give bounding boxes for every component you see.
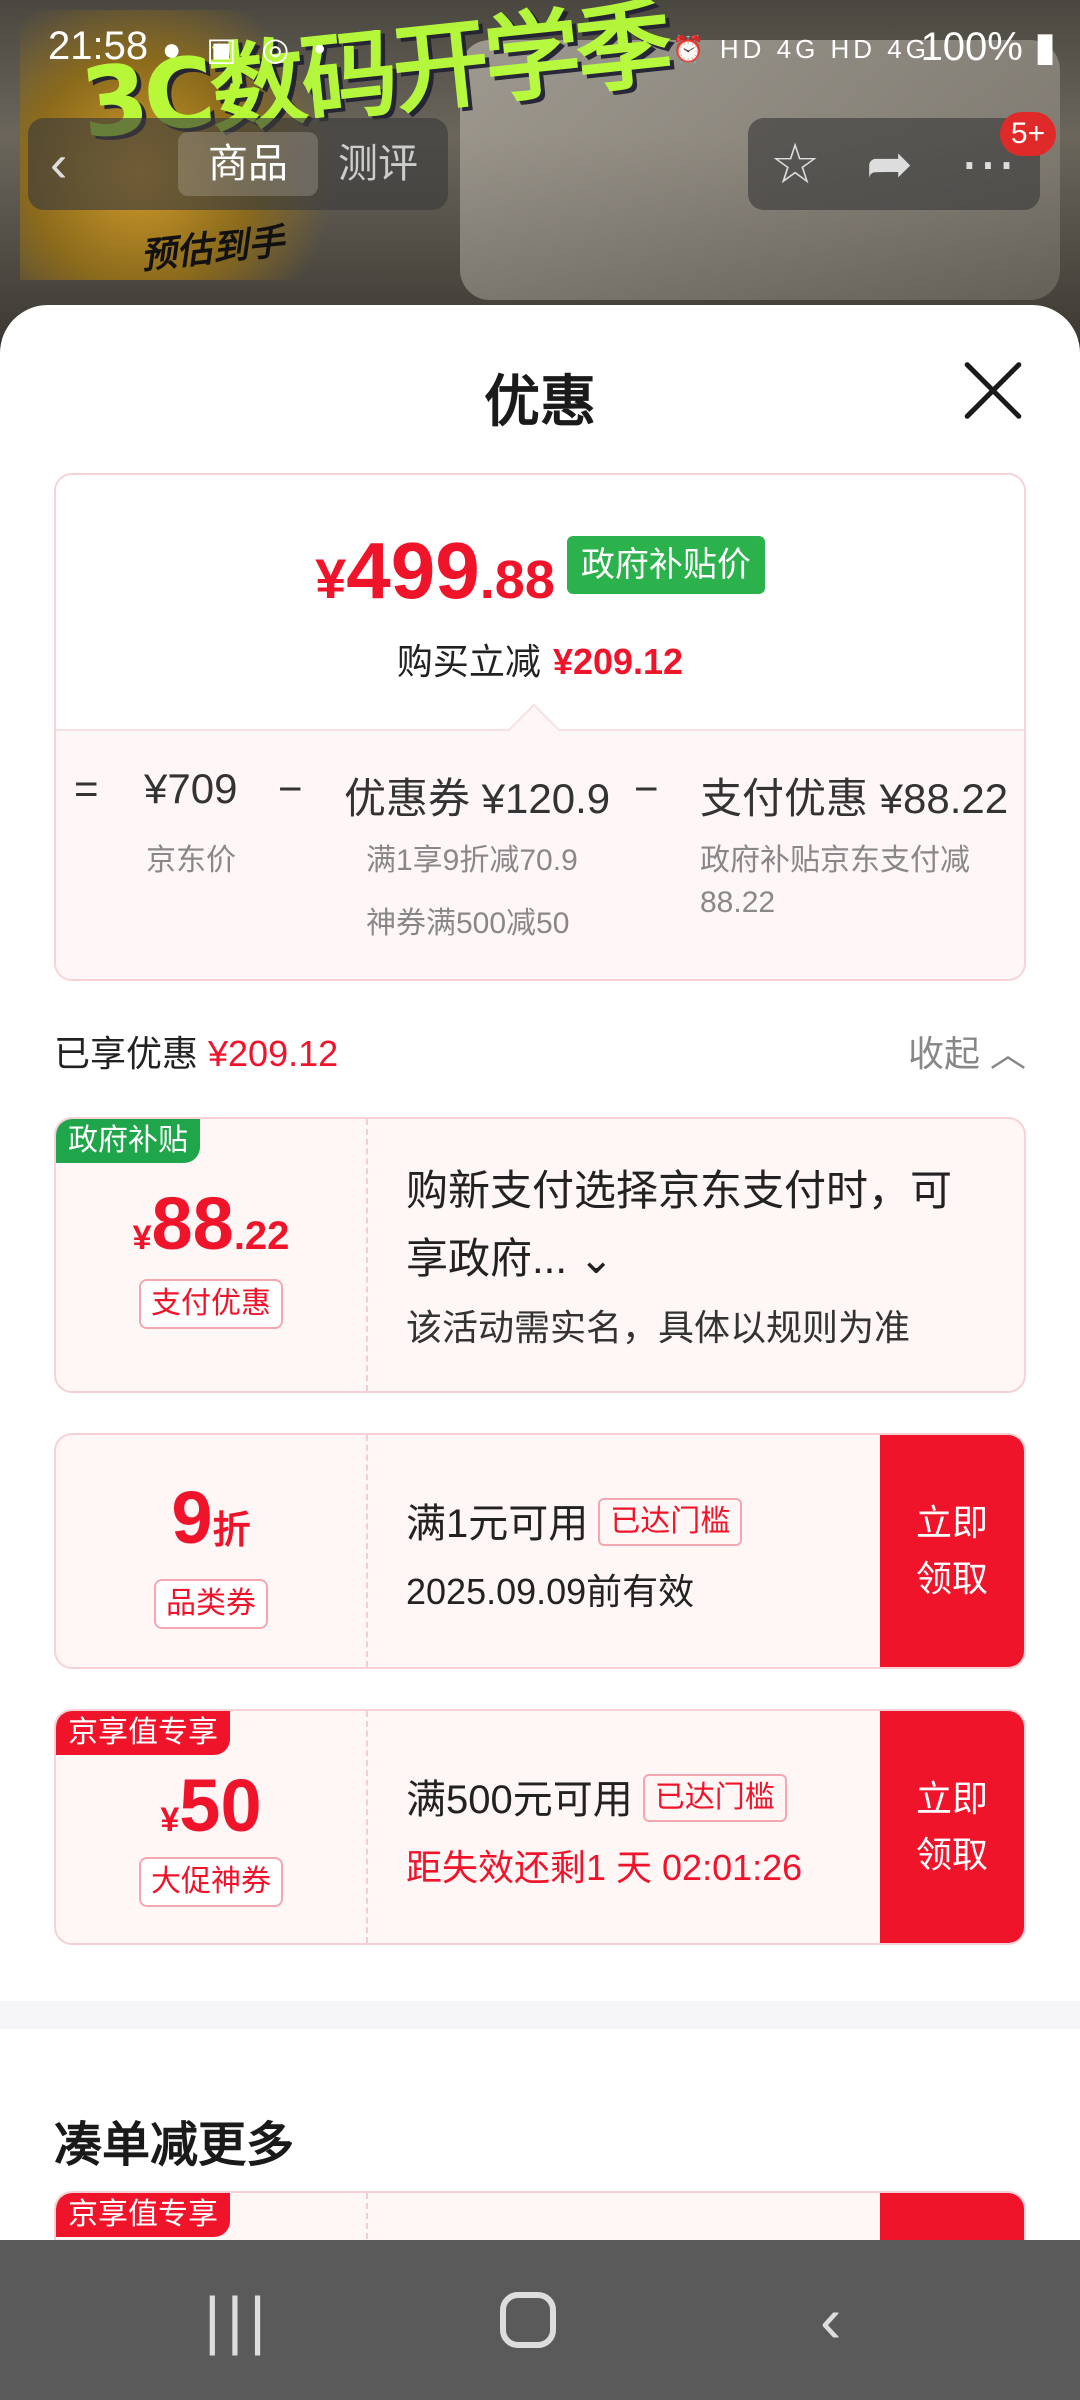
price-int: 499 (346, 526, 480, 615)
coupon-validity: 2025.09.09前有效 (406, 1571, 695, 1612)
price-dec: .88 (479, 550, 555, 610)
coupon-divider (366, 1435, 368, 1667)
coupon-sub-1: 满1享9折减70.9 (366, 844, 578, 877)
subsidy-coupon-card[interactable]: 政府补贴 ¥88.22 支付优惠 购新支付选择京东支付时，可享政府... ⌄ 该… (54, 1117, 1026, 1393)
favorite-star-icon[interactable]: ☆ (770, 132, 820, 196)
category-pill: 品类券 (154, 1579, 268, 1629)
coupon-title-text: 购新支付选择京东支付时，可享政府... (406, 1167, 953, 1282)
signal-icons: ⏰ HD 4G HD 4G (672, 34, 930, 64)
value-dec: .22 (233, 1214, 290, 1258)
member-exclusive-tag: 京享值专享 (56, 1711, 230, 1755)
jd-price: ¥709 (144, 765, 238, 812)
coupon-condition: 满1元可用 (406, 1502, 589, 1546)
coupon-note: 该活动需实名，具体以规则为准 (406, 1307, 911, 1348)
price-yen: ¥ (315, 547, 347, 610)
coupon-body: 满500元可用 已达门槛 距失效还剩1 天 02:01:26 (406, 1767, 874, 1891)
subsidy-tag: 政府补贴 (56, 1119, 200, 1163)
reduce-amount: ¥209.12 (552, 641, 684, 682)
coupon-title[interactable]: 购新支付选择京东支付时，可享政府... ⌄ (406, 1157, 966, 1293)
coupon-discount: 优惠券 ¥120.9 (344, 775, 611, 822)
chevron-down-icon: ⌄ (567, 1235, 614, 1282)
tab-review[interactable]: 测评 (338, 132, 418, 196)
minus-sign: − (278, 765, 303, 812)
value-suffix: 折 (212, 1510, 251, 1552)
coupon-countdown: 距失效还剩1 天 02:01:26 (406, 1847, 803, 1888)
back-icon[interactable]: ‹ (820, 2280, 841, 2360)
coupon-value: ¥50 (56, 1763, 366, 1848)
value-int: 9 (171, 1476, 213, 1559)
value-yen: ¥ (160, 1801, 180, 1839)
discount-sheet: 优惠 ¥499.88 政府补贴价 购买立减 ¥209.12 = ¥709 京东价 −… (0, 305, 1080, 2240)
price-summary: ¥499.88 政府补贴价 购买立减 ¥209.12 = ¥709 京东价 − 优惠… (54, 473, 1026, 981)
share-icon[interactable]: ➦ (866, 132, 913, 196)
coupon-sub-2: 神券满500减50 (366, 907, 570, 940)
value-int: 88 (151, 1182, 234, 1265)
value-int: 50 (179, 1764, 262, 1847)
message-badge: 5+ (1000, 112, 1056, 156)
enjoyed-amount: ¥209.12 (208, 1033, 339, 1074)
section-divider (0, 2001, 1080, 2029)
minus-sign: − (634, 765, 659, 812)
coupon-condition-row: 满1元可用 已达门槛 (406, 1491, 874, 1549)
claim-button[interactable]: 立即领取 (880, 1435, 1024, 1667)
coupon-body: 满1元可用 已达门槛 2025.09.09前有效 (406, 1491, 874, 1615)
claim-label: 立即领取 (915, 1778, 988, 1875)
notification-icons: ● ▣ ◎ • (162, 31, 334, 67)
back-arrow-icon[interactable]: ‹ (50, 134, 67, 194)
collapse-button[interactable]: 收起 ︿ (908, 1025, 1026, 1077)
top-nav-left: ‹ 商品 测评 (28, 118, 448, 210)
coupon-value: ¥88.22 (56, 1181, 366, 1266)
claim-label: 立即领取 (915, 1502, 988, 1599)
home-icon[interactable] (500, 2292, 556, 2348)
enjoyed-label: 已享优惠 (54, 1033, 199, 1074)
reduce-label: 购买立减 (396, 641, 541, 682)
enjoyed-discount: 已享优惠 ¥209.12 (54, 1025, 338, 1077)
coupon-divider (366, 1711, 368, 1943)
super-coupon-pill: 大促神券 (139, 1857, 283, 1907)
claim-button[interactable]: 立即领取 (880, 1711, 1024, 1943)
status-bar: 21:58 ● ▣ ◎ • ⏰ HD 4G HD 4G 100% ▮ (0, 0, 1080, 100)
member-exclusive-tag: 京享值专享 (56, 2193, 230, 2237)
threshold-reached-badge: 已达门槛 (598, 1498, 743, 1546)
value-yen: ¥ (132, 1219, 152, 1257)
close-icon[interactable] (960, 357, 1026, 423)
partial-coupon-card: 京享值专享 (54, 2191, 1026, 2240)
chevron-up-icon: ︿ (989, 1033, 1026, 1074)
claim-button[interactable] (880, 2193, 1024, 2240)
top-nav-right: ☆ ➦ ⋯ 5+ (748, 112, 1056, 210)
status-time: 21:58 (48, 24, 149, 68)
coupon-value: 9折 (56, 1475, 366, 1560)
coupon-condition-row: 满500元可用 已达门槛 (406, 1767, 874, 1825)
coupon-body: 购新支付选择京东支付时，可享政府... ⌄ 该活动需实名，具体以规则为准 (406, 1157, 984, 1351)
reduce-row: 购买立减 ¥209.12 (56, 633, 1024, 685)
coupon-condition: 满500元可用 (406, 1778, 633, 1822)
payment-sub: 政府补贴京东支付减88.22 (700, 844, 970, 919)
promo-coupon-card: 京享值专享 ¥50 大促神券 满500元可用 已达门槛 距失效还剩1 天 02:0… (54, 1709, 1026, 1945)
more-deals-title: 凑单减更多 (54, 2119, 295, 2172)
collapse-label: 收起 (907, 1033, 980, 1074)
coupon-divider (366, 2193, 368, 2240)
system-nav-bar: ||| ‹ (0, 2240, 1080, 2400)
final-price: ¥499.88 政府补贴价 (56, 525, 1024, 617)
subsidy-price-tag: 政府补贴价 (566, 536, 765, 594)
coupon-divider (366, 1119, 368, 1391)
sheet-title: 优惠 (484, 370, 596, 433)
payment-discount-pill: 支付优惠 (139, 1279, 283, 1329)
battery-indicator: 100% ▮ (920, 25, 1056, 69)
recent-apps-icon[interactable]: ||| (204, 2280, 272, 2360)
threshold-reached-badge: 已达门槛 (642, 1774, 787, 1822)
jd-price-label: 京东价 (146, 844, 236, 877)
payment-discount: 支付优惠 ¥88.22 (700, 775, 1009, 822)
tab-goods[interactable]: 商品 (178, 132, 318, 196)
equals-sign: = (74, 765, 99, 812)
category-coupon-card: 9折 品类券 满1元可用 已达门槛 2025.09.09前有效 立即领取 (54, 1433, 1026, 1669)
